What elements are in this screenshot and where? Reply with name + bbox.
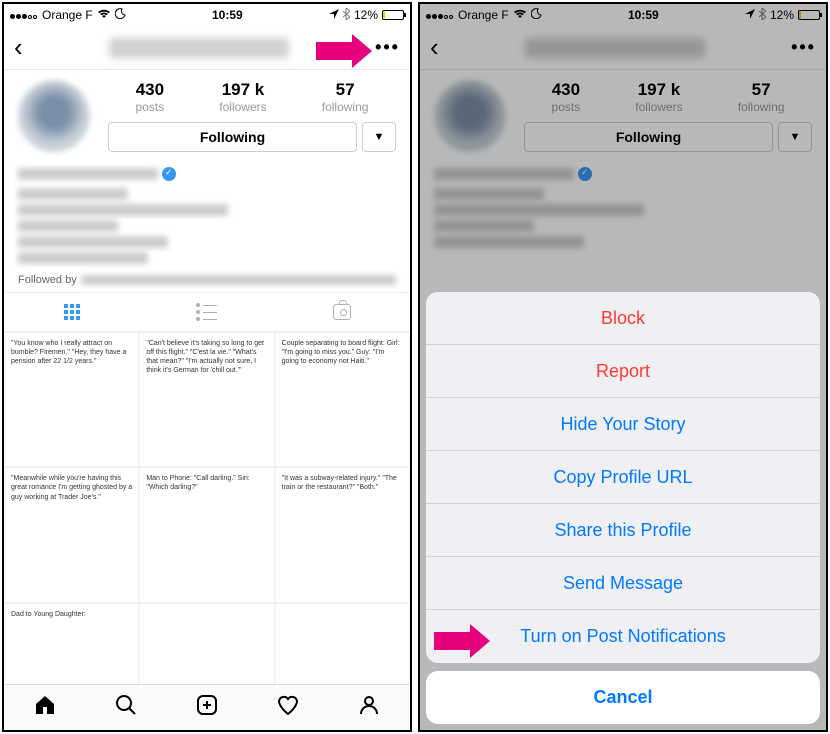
- stat-following[interactable]: 57following: [738, 80, 785, 114]
- stat-posts[interactable]: 430posts: [552, 80, 581, 114]
- post-cell[interactable]: Man to Phone: "Call darling." Siri: "Whi…: [139, 467, 274, 602]
- tab-bar: [4, 684, 410, 730]
- clock: 10:59: [212, 8, 243, 22]
- new-post-tab[interactable]: [195, 693, 219, 722]
- profile-header: 430posts 197 kfollowers 57following Foll…: [4, 70, 410, 156]
- screenshot-action-sheet: Orange F 10:59 12% ‹ ••• 430posts: [418, 2, 828, 732]
- stat-posts[interactable]: 430posts: [136, 80, 165, 114]
- profile-bio: [420, 156, 826, 256]
- wifi-icon: [97, 8, 111, 22]
- nav-title-username: [525, 38, 705, 58]
- following-button[interactable]: Following: [524, 122, 773, 152]
- signal-dots-icon: [426, 8, 454, 22]
- carrier-label: Orange F: [458, 8, 509, 22]
- wifi-icon: [513, 8, 527, 22]
- post-grid: "You know who I really attract on bumble…: [4, 332, 410, 732]
- status-bar: Orange F 10:59 12%: [4, 4, 410, 26]
- dnd-icon: [115, 8, 126, 22]
- action-sheet: Block Report Hide Your Story Copy Profil…: [426, 292, 820, 724]
- person-icon: [357, 693, 381, 717]
- status-bar: Orange F 10:59 12%: [420, 4, 826, 26]
- battery-icon: [382, 10, 404, 20]
- battery-icon: [798, 10, 820, 20]
- back-button[interactable]: ‹: [430, 32, 439, 63]
- search-tab[interactable]: [114, 693, 138, 722]
- dnd-icon: [531, 8, 542, 22]
- tab-tagged[interactable]: [275, 293, 410, 331]
- profile-bio: [4, 156, 410, 272]
- tab-grid[interactable]: [4, 293, 139, 331]
- post-cell[interactable]: "Meanwhile while you're having this grea…: [4, 467, 139, 602]
- suggestions-dropdown[interactable]: ▼: [778, 122, 812, 152]
- back-button[interactable]: ‹: [14, 32, 23, 63]
- callout-arrow-to-more: [316, 34, 372, 68]
- action-share-profile[interactable]: Share this Profile: [426, 504, 820, 557]
- stat-following[interactable]: 57following: [322, 80, 369, 114]
- tab-list[interactable]: [139, 293, 274, 331]
- verified-badge-icon: [162, 167, 176, 181]
- tagged-icon: [333, 304, 351, 320]
- clock: 10:59: [628, 8, 659, 22]
- action-send-message[interactable]: Send Message: [426, 557, 820, 610]
- action-block[interactable]: Block: [426, 292, 820, 345]
- profile-tabs: [4, 292, 410, 332]
- carrier-label: Orange F: [42, 8, 93, 22]
- nav-bar: ‹ •••: [420, 26, 826, 70]
- bluetooth-icon: [343, 8, 350, 23]
- verified-badge-icon: [578, 167, 592, 181]
- more-options-button[interactable]: •••: [791, 37, 816, 58]
- profile-header: 430posts 197 kfollowers 57following Foll…: [420, 70, 826, 156]
- action-hide-story[interactable]: Hide Your Story: [426, 398, 820, 451]
- home-icon: [33, 693, 57, 717]
- action-copy-url[interactable]: Copy Profile URL: [426, 451, 820, 504]
- stat-followers[interactable]: 197 kfollowers: [219, 80, 266, 114]
- bluetooth-icon: [759, 8, 766, 23]
- stat-followers[interactable]: 197 kfollowers: [635, 80, 682, 114]
- home-tab[interactable]: [33, 693, 57, 722]
- search-icon: [114, 693, 138, 717]
- post-cell[interactable]: "It was a subway-related injury." "The t…: [275, 467, 410, 602]
- nav-title-username: [109, 38, 289, 58]
- profile-tab[interactable]: [357, 693, 381, 722]
- post-cell[interactable]: "You know who I really attract on bumble…: [4, 332, 139, 467]
- location-icon: [329, 8, 339, 22]
- location-icon: [745, 8, 755, 22]
- screenshot-profile: Orange F 10:59 12% ‹ •••: [2, 2, 412, 732]
- suggestions-dropdown[interactable]: ▼: [362, 122, 396, 152]
- more-options-button[interactable]: •••: [375, 37, 400, 58]
- followed-by[interactable]: Followed by: [4, 272, 410, 292]
- signal-dots-icon: [10, 8, 38, 22]
- grid-icon: [64, 304, 80, 320]
- battery-pct: 12%: [770, 8, 794, 22]
- avatar[interactable]: [18, 80, 90, 152]
- list-icon: [196, 303, 217, 321]
- post-cell[interactable]: "Can't believe it's taking so long to ge…: [139, 332, 274, 467]
- heart-icon: [276, 693, 300, 717]
- callout-arrow-to-notifications: [434, 624, 490, 658]
- battery-pct: 12%: [354, 8, 378, 22]
- action-cancel[interactable]: Cancel: [426, 671, 820, 724]
- activity-tab[interactable]: [276, 693, 300, 722]
- action-report[interactable]: Report: [426, 345, 820, 398]
- following-button[interactable]: Following: [108, 122, 357, 152]
- avatar[interactable]: [434, 80, 506, 152]
- plus-square-icon: [195, 693, 219, 717]
- post-cell[interactable]: Couple separating to board flight: Girl:…: [275, 332, 410, 467]
